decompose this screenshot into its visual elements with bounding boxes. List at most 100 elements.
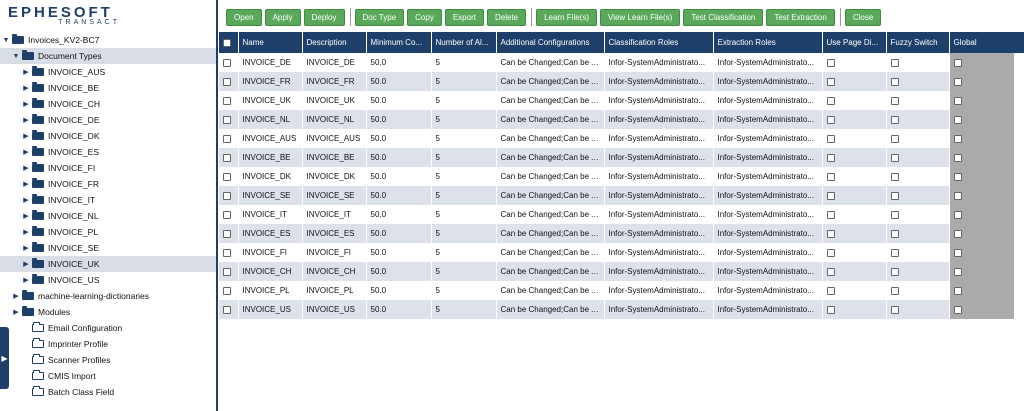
tree-item-invoice-fr[interactable]: ▶ INVOICE_FR: [0, 176, 216, 192]
global-checkbox[interactable]: [953, 305, 962, 314]
table-row[interactable]: INVOICE_PL INVOICE_PL 50.0 5 Can be Changed;…: [219, 281, 1015, 300]
use-page-divider-checkbox[interactable]: [826, 77, 835, 86]
table-row[interactable]: INVOICE_DK INVOICE_DK 50.0 5 Can be Changed;…: [219, 167, 1015, 186]
use-page-divider-checkbox[interactable]: [826, 153, 835, 162]
caret-right-icon[interactable]: ▶: [22, 116, 30, 124]
fuzzy-switch-checkbox[interactable]: [890, 267, 899, 276]
row-select-checkbox[interactable]: [223, 115, 231, 124]
table-row[interactable]: INVOICE_IT INVOICE_IT 50.0 5 Can be Changed;…: [219, 205, 1015, 224]
global-checkbox[interactable]: [953, 229, 962, 238]
fuzzy-switch-checkbox[interactable]: [890, 96, 899, 105]
caret-down-icon[interactable]: ▼: [12, 53, 20, 60]
table-row[interactable]: INVOICE_FI INVOICE_FI 50.0 5 Can be Changed;…: [219, 243, 1015, 262]
tree-item-invoice-se[interactable]: ▶ INVOICE_SE: [0, 240, 216, 256]
tree-root[interactable]: ▼ Invoices_KV2-BC7: [0, 32, 216, 48]
column-header-use-page-di[interactable]: Use Page Di...: [822, 32, 887, 53]
collapse-panel-button[interactable]: ▶: [0, 327, 9, 389]
caret-right-icon[interactable]: ▶: [22, 276, 30, 284]
global-checkbox[interactable]: [953, 210, 962, 219]
table-row[interactable]: INVOICE_SE INVOICE_SE 50.0 5 Can be Changed;…: [219, 186, 1015, 205]
tree-leaf-cmis-import[interactable]: CMIS Import: [0, 368, 216, 384]
caret-right-icon[interactable]: ▶: [22, 180, 30, 188]
tree-item-invoice-aus[interactable]: ▶ INVOICE_AUS: [0, 64, 216, 80]
tree-item-invoice-nl[interactable]: ▶ INVOICE_NL: [0, 208, 216, 224]
fuzzy-switch-checkbox[interactable]: [890, 77, 899, 86]
caret-right-icon[interactable]: ▶: [22, 212, 30, 220]
tree-item-invoice-de[interactable]: ▶ INVOICE_DE: [0, 112, 216, 128]
row-select-checkbox[interactable]: [223, 305, 231, 314]
caret-right-icon[interactable]: ▶: [22, 244, 30, 252]
tree-document-types[interactable]: ▼ Document Types: [0, 48, 216, 64]
tree-leaf-batch-class-field[interactable]: Batch Class Field: [0, 384, 216, 400]
row-select-checkbox[interactable]: [223, 210, 231, 219]
tree-leaf-imprinter-profile[interactable]: Imprinter Profile: [0, 336, 216, 352]
fuzzy-switch-checkbox[interactable]: [890, 115, 899, 124]
tree-leaf-email-configuration[interactable]: Email Configuration: [0, 320, 216, 336]
table-row[interactable]: INVOICE_ES INVOICE_ES 50.0 5 Can be Changed;…: [219, 224, 1015, 243]
use-page-divider-checkbox[interactable]: [826, 248, 835, 257]
table-row[interactable]: INVOICE_AUS INVOICE_AUS 50.0 5 Can be Change…: [219, 129, 1015, 148]
use-page-divider-checkbox[interactable]: [826, 172, 835, 181]
tree-group-machine-learning-dictionaries[interactable]: ▶ machine-learning-dictionaries: [0, 288, 216, 304]
tree-item-invoice-uk[interactable]: ▶ INVOICE_UK: [0, 256, 216, 272]
global-checkbox[interactable]: [953, 191, 962, 200]
column-header-number-of-al[interactable]: Number of Al...: [431, 32, 497, 53]
deploy-button[interactable]: Deploy: [303, 8, 345, 26]
column-header-minimum-co[interactable]: Minimum Co...: [366, 32, 432, 53]
global-checkbox[interactable]: [953, 96, 962, 105]
close-button[interactable]: Close: [844, 8, 882, 26]
column-header-name[interactable]: Name: [238, 32, 303, 53]
tree-item-invoice-es[interactable]: ▶ INVOICE_ES: [0, 144, 216, 160]
global-checkbox[interactable]: [953, 77, 962, 86]
global-checkbox[interactable]: [953, 286, 962, 295]
use-page-divider-checkbox[interactable]: [826, 210, 835, 219]
caret-right-icon[interactable]: ▶: [22, 148, 30, 156]
table-row[interactable]: INVOICE_FR INVOICE_FR 50.0 5 Can be Changed;…: [219, 72, 1015, 91]
global-checkbox[interactable]: [953, 115, 962, 124]
use-page-divider-checkbox[interactable]: [826, 229, 835, 238]
table-row[interactable]: INVOICE_US INVOICE_US 50.0 5 Can be Changed;…: [219, 300, 1015, 319]
global-checkbox[interactable]: [953, 267, 962, 276]
delete-button[interactable]: Delete: [486, 8, 527, 26]
caret-right-icon[interactable]: ▶: [22, 68, 30, 76]
row-select-checkbox[interactable]: [223, 58, 231, 67]
use-page-divider-checkbox[interactable]: [826, 115, 835, 124]
table-row[interactable]: INVOICE_NL INVOICE_NL 50.0 5 Can be Changed;…: [219, 110, 1015, 129]
use-page-divider-checkbox[interactable]: [826, 58, 835, 67]
export-button[interactable]: Export: [444, 8, 484, 26]
doc-type-button[interactable]: Doc Type: [354, 8, 405, 26]
row-select-checkbox[interactable]: [223, 286, 231, 295]
test-extraction-button[interactable]: Test Extraction: [766, 8, 835, 26]
row-select-checkbox[interactable]: [223, 77, 231, 86]
column-header-classification-roles[interactable]: Classification Roles: [604, 32, 714, 53]
use-page-divider-checkbox[interactable]: [826, 96, 835, 105]
row-select-checkbox[interactable]: [223, 248, 231, 257]
tree-item-invoice-pl[interactable]: ▶ INVOICE_PL: [0, 224, 216, 240]
global-checkbox[interactable]: [953, 248, 962, 257]
column-header-extraction-roles[interactable]: Extraction Roles: [713, 32, 823, 53]
caret-right-icon[interactable]: ▶: [12, 308, 20, 316]
fuzzy-switch-checkbox[interactable]: [890, 286, 899, 295]
global-checkbox[interactable]: [953, 58, 962, 67]
learn-file-s-button[interactable]: Learn File(s): [536, 8, 597, 26]
open-button[interactable]: Open: [226, 8, 262, 26]
column-header-fuzzy-switch[interactable]: Fuzzy Switch: [886, 32, 950, 53]
select-all-checkbox[interactable]: [223, 38, 231, 47]
caret-right-icon[interactable]: ▶: [22, 132, 30, 140]
column-header-description[interactable]: Description: [302, 32, 367, 53]
table-row[interactable]: INVOICE_DE INVOICE_DE 50.0 5 Can be Changed;…: [219, 53, 1015, 72]
tree-item-invoice-fi[interactable]: ▶ INVOICE_FI: [0, 160, 216, 176]
row-select-checkbox[interactable]: [223, 134, 231, 143]
fuzzy-switch-checkbox[interactable]: [890, 172, 899, 181]
use-page-divider-checkbox[interactable]: [826, 286, 835, 295]
caret-right-icon[interactable]: ▶: [22, 100, 30, 108]
column-header-additional-configurations[interactable]: Additional Configurations: [496, 32, 605, 53]
column-header-global[interactable]: Global: [949, 32, 1015, 53]
fuzzy-switch-checkbox[interactable]: [890, 248, 899, 257]
table-row[interactable]: INVOICE_CH INVOICE_CH 50.0 5 Can be Changed;…: [219, 262, 1015, 281]
copy-button[interactable]: Copy: [407, 8, 442, 26]
caret-right-icon[interactable]: ▶: [12, 292, 20, 300]
use-page-divider-checkbox[interactable]: [826, 267, 835, 276]
fuzzy-switch-checkbox[interactable]: [890, 229, 899, 238]
apply-button[interactable]: Apply: [264, 8, 301, 26]
